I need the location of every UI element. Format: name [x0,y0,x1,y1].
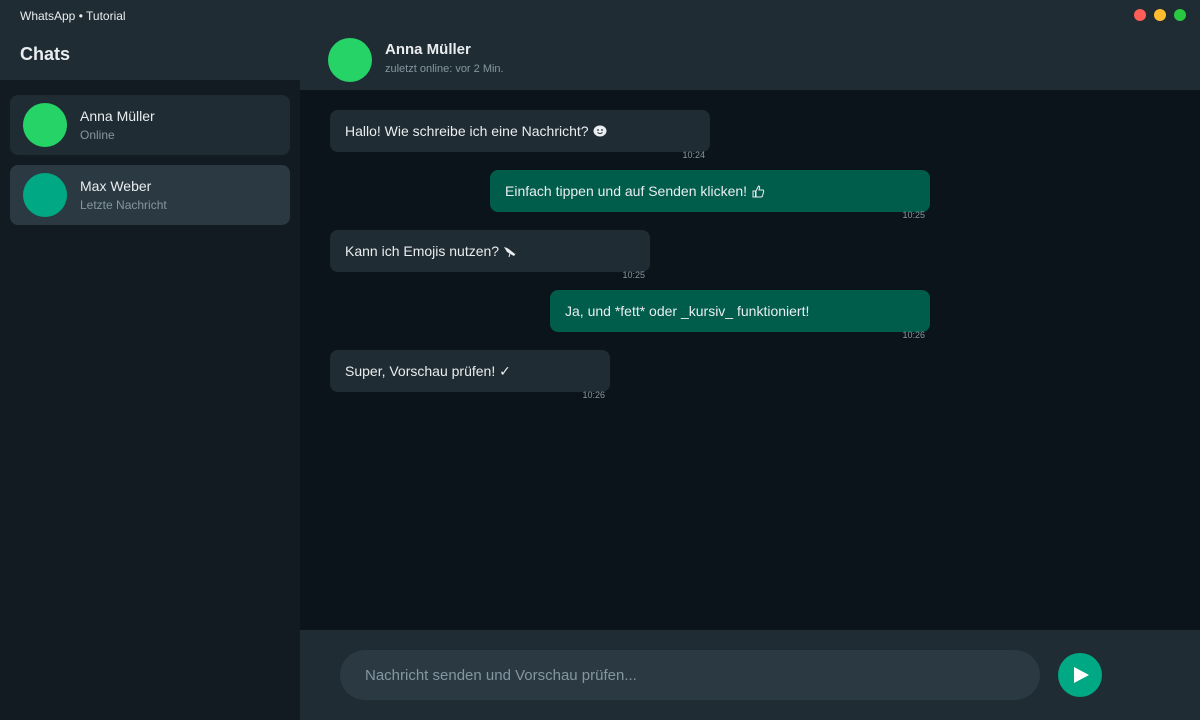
chat-name: Anna Müller [80,108,155,124]
message-text: Ja, und *fett* oder _kursiv_ funktionier… [565,303,810,319]
chat-name: Max Weber [80,178,152,194]
message-text: Einfach tippen und auf Senden klicken! [505,183,748,199]
maximize-window-button[interactable] [1174,9,1186,21]
message-time: 10:26 [582,390,605,400]
chat-subtitle: Online [80,128,115,142]
message-bubble-outgoing: Einfach tippen und auf Senden klicken! 1… [490,170,930,220]
message-bubble-incoming: Super, Vorschau prüfen! ✓ 10:26 [330,350,610,400]
send-button[interactable] [1058,653,1102,697]
message-time: 10:25 [622,270,645,280]
composer-bar [300,630,1200,720]
sidebar-title: Chats [20,44,71,64]
message-bubble-incoming: Hallo! Wie schreibe ich eine Nachricht? … [330,110,710,160]
contact-avatar[interactable] [328,38,372,82]
message-time: 10:25 [902,210,925,220]
message-text: Hallo! Wie schreibe ich eine Nachricht? [345,123,589,139]
contact-status: zuletzt online: vor 2 Min. [385,63,504,75]
conversation-header[interactable]: Anna Müller zuletzt online: vor 2 Min. [300,30,1200,90]
message-bubble-outgoing: Ja, und *fett* oder _kursiv_ funktionier… [550,290,930,340]
send-arrow-icon [1074,667,1089,683]
smiley-emoji-icon [593,125,607,137]
window-title: WhatsApp • Tutorial [20,9,126,23]
chat-item-anna-mueller[interactable]: Anna Müller Online [10,95,290,155]
sidebar-header: Chats [0,30,300,80]
minimize-window-button[interactable] [1154,9,1166,21]
contact-name: Anna Müller [385,41,471,58]
message-input[interactable] [340,650,1040,700]
avatar [23,103,67,147]
message-text: Super, Vorschau prüfen! ✓ [345,363,511,379]
title-bar: WhatsApp • Tutorial [0,0,1200,30]
close-window-button[interactable] [1134,9,1146,21]
message-time: 10:26 [902,330,925,340]
message-bubble-incoming: Kann ich Emojis nutzen? 10:25 [330,230,650,280]
app-window: WhatsApp • Tutorial Chats Anna Müller On… [0,0,1200,720]
chat-item-max-weber[interactable]: Max Weber Letzte Nachricht [10,165,290,225]
conversation-panel: Anna Müller zuletzt online: vor 2 Min. H… [300,30,1200,720]
message-time: 10:24 [682,150,705,160]
chat-subtitle: Letzte Nachricht [80,198,167,212]
avatar [23,173,67,217]
sidebar: Chats Anna Müller Online Max Weber Letzt… [0,30,300,720]
message-text: Kann ich Emojis nutzen? [345,243,500,259]
bird-emoji-icon [504,247,517,258]
thumbs-up-emoji-icon [752,185,765,198]
